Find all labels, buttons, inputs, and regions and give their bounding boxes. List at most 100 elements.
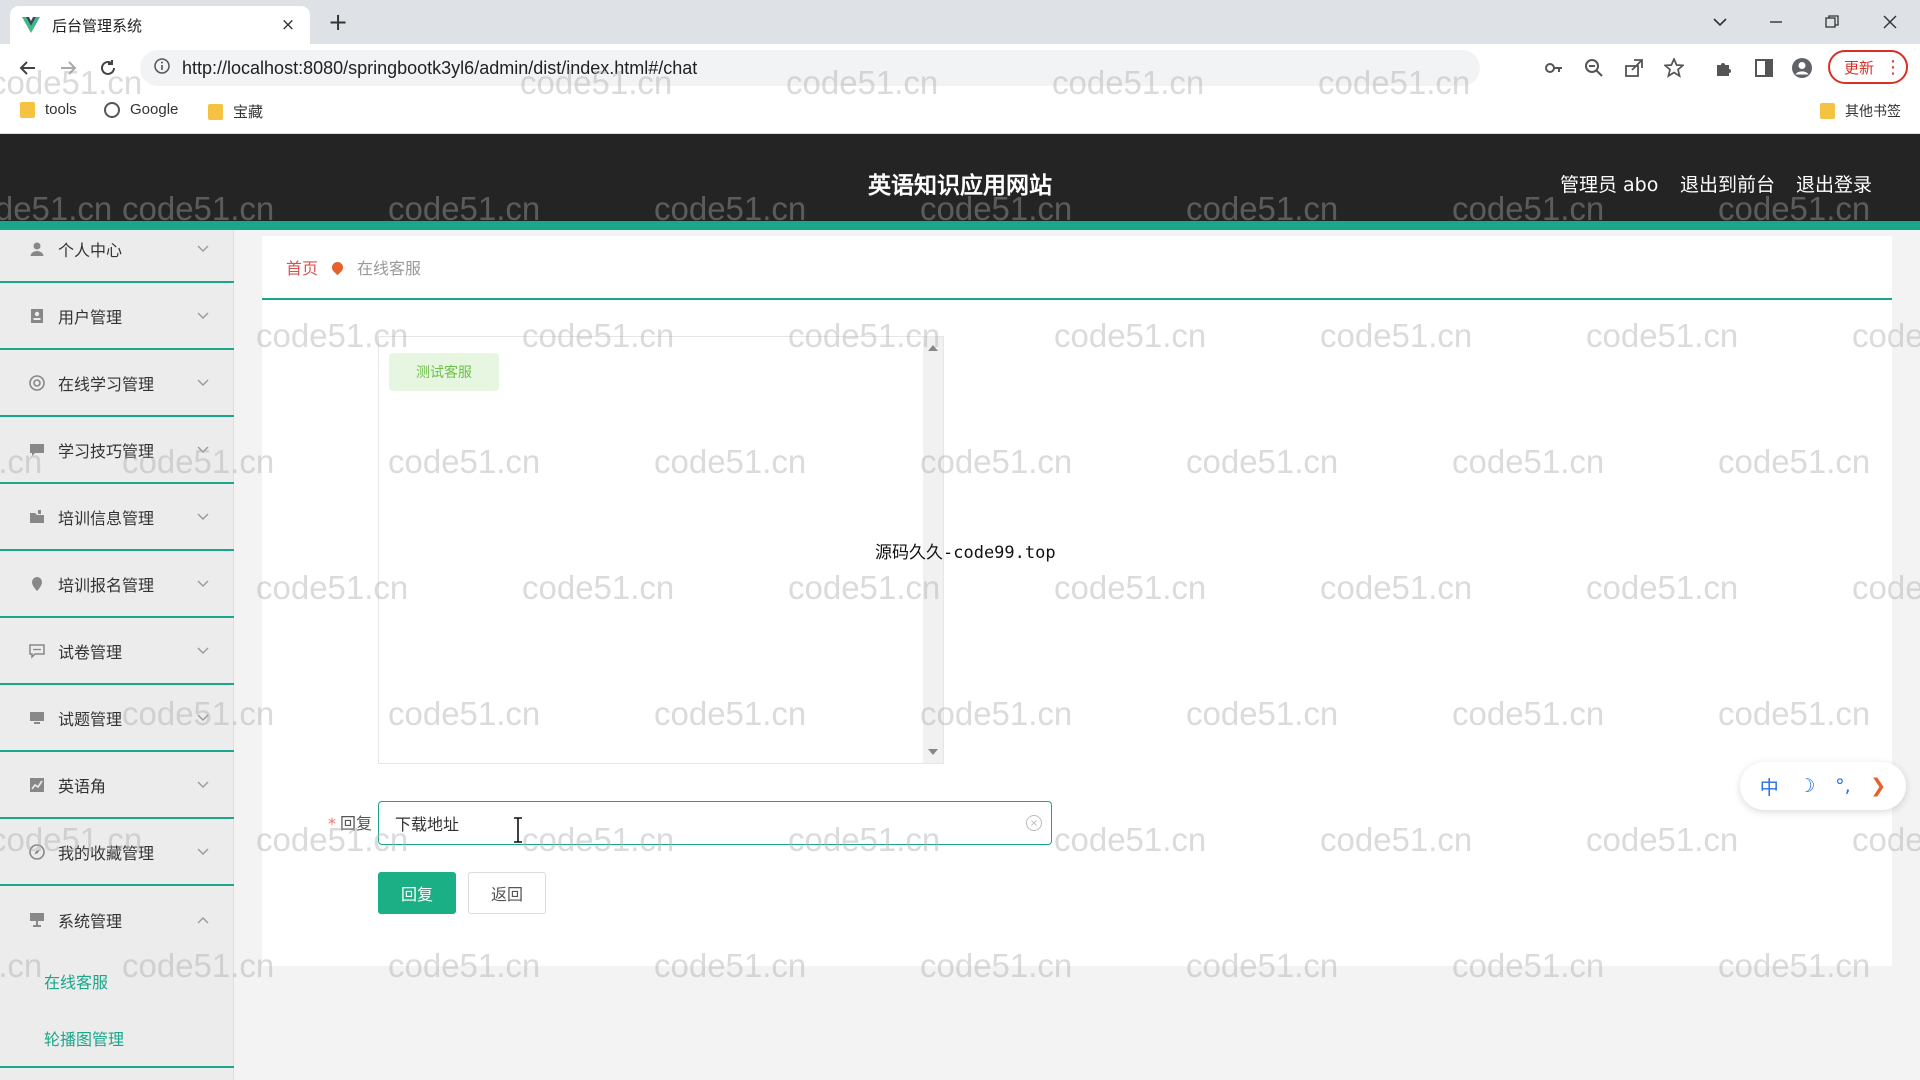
breadcrumb: 首页 在线客服 (262, 236, 1892, 300)
scroll-up-icon[interactable] (928, 345, 938, 351)
chart-icon (28, 776, 46, 794)
ime-toolbar[interactable]: 中 ☽ °, ❯ (1740, 762, 1906, 810)
chevron-up-icon (196, 916, 210, 924)
sidebar-item-questions[interactable]: 试题管理 (0, 685, 234, 752)
chevron-down-icon (196, 379, 210, 387)
pin-icon (28, 575, 46, 593)
chat-message-box[interactable]: 测试客服 (378, 336, 944, 764)
chevron-down-icon (196, 446, 210, 454)
breadcrumb-home-link[interactable]: 首页 (286, 255, 318, 279)
key-icon[interactable] (1542, 56, 1566, 80)
sidebar-item-exam-paper[interactable]: 试卷管理 (0, 618, 234, 685)
scroll-down-icon[interactable] (928, 749, 938, 755)
overlay-text: 源码久久-code99.top (875, 543, 1056, 563)
sidebar: 个人中心 用户管理 在线学习管理 学习技巧管理 培训信息管理 培训报名管理 试卷… (0, 230, 234, 1080)
tab-search-icon[interactable] (1706, 8, 1734, 36)
lifebuoy-icon (28, 374, 46, 392)
screen: 后台管理系统 × + http://localhost:8080/springb… (0, 0, 1920, 1080)
globe-icon (104, 101, 120, 118)
message-icon (28, 642, 46, 660)
browser-toolbar: http://localhost:8080/springbootk3yl6/ad… (0, 44, 1920, 92)
ime-expand-icon[interactable]: ❯ (1870, 775, 1886, 797)
breadcrumb-current: 在线客服 (357, 259, 422, 278)
chevron-down-icon (196, 848, 210, 856)
text-cursor-icon (512, 817, 524, 847)
side-panel-icon[interactable] (1752, 56, 1776, 80)
ime-punctuation-toggle[interactable]: °, (1835, 775, 1851, 797)
chevron-down-icon (196, 714, 210, 722)
back-button[interactable]: 返回 (468, 872, 546, 914)
new-tab-button[interactable]: + (324, 8, 352, 36)
more-vert-icon[interactable]: ⋮ (1884, 57, 1902, 78)
info-icon[interactable] (154, 58, 170, 78)
address-bar[interactable]: http://localhost:8080/springbootk3yl6/ad… (140, 50, 1480, 86)
url-text: http://localhost:8080/springbootk3yl6/ad… (182, 57, 698, 78)
bookmark-google[interactable]: Google (104, 101, 178, 118)
required-mark: * (327, 814, 336, 833)
compass-icon (28, 843, 46, 861)
chevron-down-icon (196, 647, 210, 655)
bookmark-tools[interactable]: tools (20, 101, 77, 118)
folder-icon (1820, 103, 1835, 119)
folder-icon (208, 103, 223, 120)
reply-button[interactable]: 回复 (378, 872, 456, 914)
chevron-down-icon (196, 513, 210, 521)
desktop-icon (28, 911, 46, 929)
chevron-down-icon (196, 580, 210, 588)
sidebar-item-personal-center[interactable]: 个人中心 (0, 216, 234, 283)
bookmark-treasure[interactable]: 宝藏 (208, 101, 263, 122)
tab-close-icon[interactable]: × (278, 15, 298, 35)
sidebar-item-system-management[interactable]: 系统管理 (0, 886, 234, 953)
bookmark-other[interactable]: 其他书签 (1820, 101, 1901, 121)
folder-icon (28, 508, 46, 526)
star-icon[interactable] (1662, 56, 1686, 80)
sidebar-item-user-management[interactable]: 用户管理 (0, 283, 234, 350)
reply-label: * 回复 (327, 814, 372, 833)
app-header: 英语知识应用网站 管理员 abo 退出到前台 退出登录 (0, 134, 1920, 230)
update-label: 更新 (1844, 58, 1875, 77)
tab-title: 后台管理系统 (52, 16, 143, 35)
logout-link[interactable]: 退出登录 (1796, 170, 1872, 197)
reply-input[interactable] (378, 801, 1052, 845)
chat-icon (28, 441, 46, 459)
profile-icon[interactable] (1790, 56, 1814, 80)
person-icon (28, 240, 46, 258)
clear-input-icon[interactable]: × (1026, 815, 1042, 831)
main-content: 首页 在线客服 测试客服 *回复 × 回复 返回 (262, 236, 1892, 966)
sidebar-item-my-favorites[interactable]: 我的收藏管理 (0, 819, 234, 886)
zoom-out-icon[interactable] (1582, 56, 1606, 80)
reload-icon[interactable] (94, 54, 122, 82)
sidebar-item-online-learning[interactable]: 在线学习管理 (0, 350, 234, 417)
back-icon[interactable] (14, 54, 42, 82)
sidebar-item-training-registration[interactable]: 培训报名管理 (0, 551, 234, 618)
ime-language-toggle[interactable]: 中 (1760, 773, 1779, 800)
sidebar-item-english-corner[interactable]: 英语角 (0, 752, 234, 819)
ime-moon-icon[interactable]: ☽ (1798, 775, 1815, 797)
chevron-down-icon (196, 245, 210, 253)
sidebar-sub-item-online-service[interactable]: 在线客服 (0, 952, 234, 1010)
admin-name: 管理员 abo (1560, 174, 1659, 196)
breadcrumb-separator-icon (329, 259, 346, 275)
sidebar-item-training-info[interactable]: 培训信息管理 (0, 484, 234, 551)
sidebar-item-study-tips[interactable]: 学习技巧管理 (0, 417, 234, 484)
browser-tab[interactable]: 后台管理系统 × (10, 6, 310, 44)
sidebar-sub-item-carousel[interactable]: 轮播图管理 (0, 1010, 234, 1068)
folder-icon (20, 101, 35, 118)
bookmarks-bar: tools Google 宝藏 其他书签 (0, 92, 1920, 134)
header-accent-bar (0, 221, 1920, 230)
vue-logo-icon (22, 16, 40, 34)
chat-message-bubble: 测试客服 (389, 353, 499, 391)
restore-icon[interactable] (1818, 8, 1846, 36)
monitor-icon (28, 709, 46, 727)
update-button[interactable]: 更新 ⋮ (1828, 50, 1908, 84)
share-icon[interactable] (1622, 56, 1646, 80)
chevron-down-icon (196, 312, 210, 320)
close-window-icon[interactable] (1876, 8, 1904, 36)
user-card-icon (28, 307, 46, 325)
minimize-icon[interactable] (1762, 8, 1790, 36)
browser-tab-bar: 后台管理系统 × + (0, 0, 1920, 44)
chevron-down-icon (196, 781, 210, 789)
forward-icon[interactable] (54, 54, 82, 82)
exit-to-frontend-link[interactable]: 退出到前台 (1680, 170, 1775, 197)
extensions-icon[interactable] (1712, 56, 1736, 80)
